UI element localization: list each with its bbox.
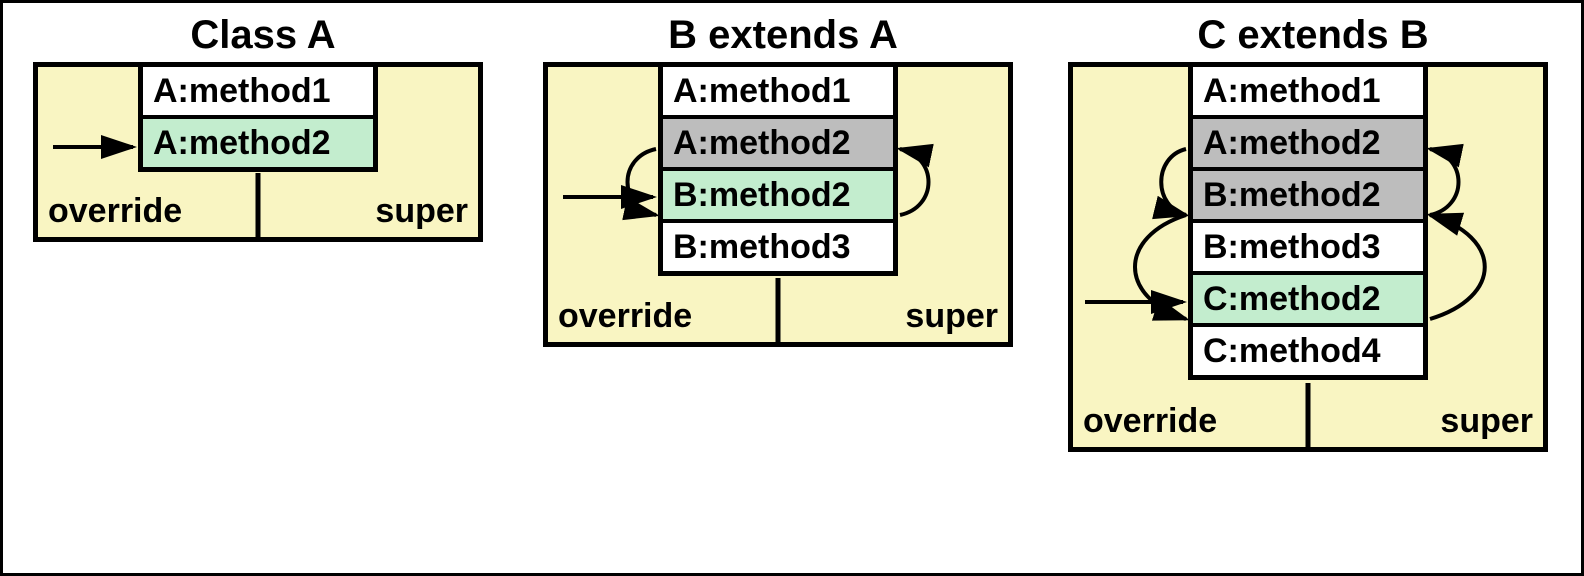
method-row: C:method4 bbox=[1193, 327, 1423, 375]
labels-row: override super bbox=[548, 290, 1008, 342]
method-row: C:method2 bbox=[1193, 275, 1423, 327]
method-row: A:method1 bbox=[143, 67, 373, 119]
super-label: super bbox=[258, 185, 478, 237]
class-box: A:method1 A:method2 override super bbox=[33, 62, 483, 242]
method-row: A:method2 bbox=[663, 119, 893, 171]
panel-class-a: Class A A:method1 A:method2 override sup… bbox=[33, 13, 493, 242]
class-box: A:method1 A:method2 B:method2 B:method3 … bbox=[1068, 62, 1548, 452]
class-box: A:method1 A:method2 B:method2 B:method3 … bbox=[543, 62, 1013, 347]
super-label: super bbox=[1308, 395, 1543, 447]
labels-row: override super bbox=[38, 185, 478, 237]
panel-class-b: B extends A A:method1 A:method2 B:method… bbox=[543, 13, 1023, 347]
panel-title: Class A bbox=[33, 13, 493, 58]
method-row: B:method3 bbox=[663, 223, 893, 271]
method-row: A:method1 bbox=[663, 67, 893, 119]
method-row: B:method3 bbox=[1193, 223, 1423, 275]
method-row: A:method2 bbox=[143, 119, 373, 167]
panel-title: B extends A bbox=[543, 13, 1023, 58]
method-table: A:method1 A:method2 B:method2 B:method3 bbox=[658, 62, 898, 276]
method-row: A:method1 bbox=[1193, 67, 1423, 119]
method-row: A:method2 bbox=[1193, 119, 1423, 171]
panel-title: C extends B bbox=[1068, 13, 1558, 58]
panel-class-c: C extends B A:method1 A:method2 B:method… bbox=[1068, 13, 1558, 452]
method-table: A:method1 A:method2 B:method2 B:method3 … bbox=[1188, 62, 1428, 380]
super-label: super bbox=[778, 290, 1008, 342]
override-label: override bbox=[1073, 395, 1308, 447]
method-row: B:method2 bbox=[1193, 171, 1423, 223]
method-row: B:method2 bbox=[663, 171, 893, 223]
override-label: override bbox=[548, 290, 778, 342]
method-table: A:method1 A:method2 bbox=[138, 62, 378, 172]
override-label: override bbox=[38, 185, 258, 237]
labels-row: override super bbox=[1073, 395, 1543, 447]
